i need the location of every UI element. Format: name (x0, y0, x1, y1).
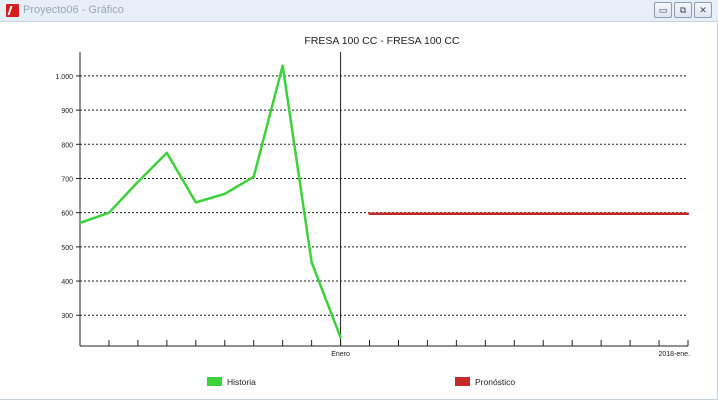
legend-swatch (207, 377, 222, 386)
data-point (194, 201, 198, 204)
y-tick-label: 1.000 (55, 74, 73, 81)
close-button[interactable]: ✕ (694, 2, 712, 18)
legend-label: Historia (227, 377, 256, 387)
y-tick-label: 700 (61, 176, 73, 183)
data-point (310, 261, 313, 264)
window-controls: ▭ ⧉ ✕ (654, 2, 712, 18)
restore-button[interactable]: ⧉ (674, 2, 692, 18)
series-line (79, 64, 342, 338)
y-tick-label: 600 (61, 211, 73, 218)
minimize-button[interactable]: ▭ (654, 2, 672, 18)
data-point (281, 64, 284, 67)
data-point (223, 192, 226, 196)
legend-label: Pronóstico (475, 377, 515, 387)
legend-swatch (455, 377, 470, 386)
x-tick-label: 2018-ene. (658, 351, 690, 358)
line-chart: FRESA 100 CC - FRESA 100 CC 1.000 900 800 7… (55, 35, 690, 387)
data-point (686, 212, 690, 215)
chart-area: FRESA 100 CC - FRESA 100 CC 1.000 900 800 7… (0, 22, 718, 400)
data-point (165, 151, 169, 155)
data-point (339, 336, 342, 339)
x-tick-label: Enero (331, 351, 350, 358)
y-tick-label: 500 (61, 245, 73, 252)
window-title: Proyecto06 - Gráfico (23, 4, 124, 16)
title-bar[interactable]: Proyecto06 - Gráfico ▭ ⧉ ✕ (0, 0, 718, 22)
y-tick-label: 800 (61, 142, 73, 149)
chart-window: Proyecto06 - Gráfico ▭ ⧉ ✕ FRESA 100 CC … (0, 0, 718, 400)
data-point (252, 175, 255, 178)
data-point (368, 212, 371, 215)
data-point (136, 180, 140, 184)
y-tick-label: 400 (61, 279, 73, 286)
app-logo-icon (6, 4, 19, 17)
data-point (78, 221, 82, 225)
y-tick-label: 300 (61, 313, 73, 320)
chart-title: FRESA 100 CC - FRESA 100 CC (304, 35, 460, 47)
y-tick-label: 900 (61, 108, 73, 115)
data-point (107, 211, 111, 214)
